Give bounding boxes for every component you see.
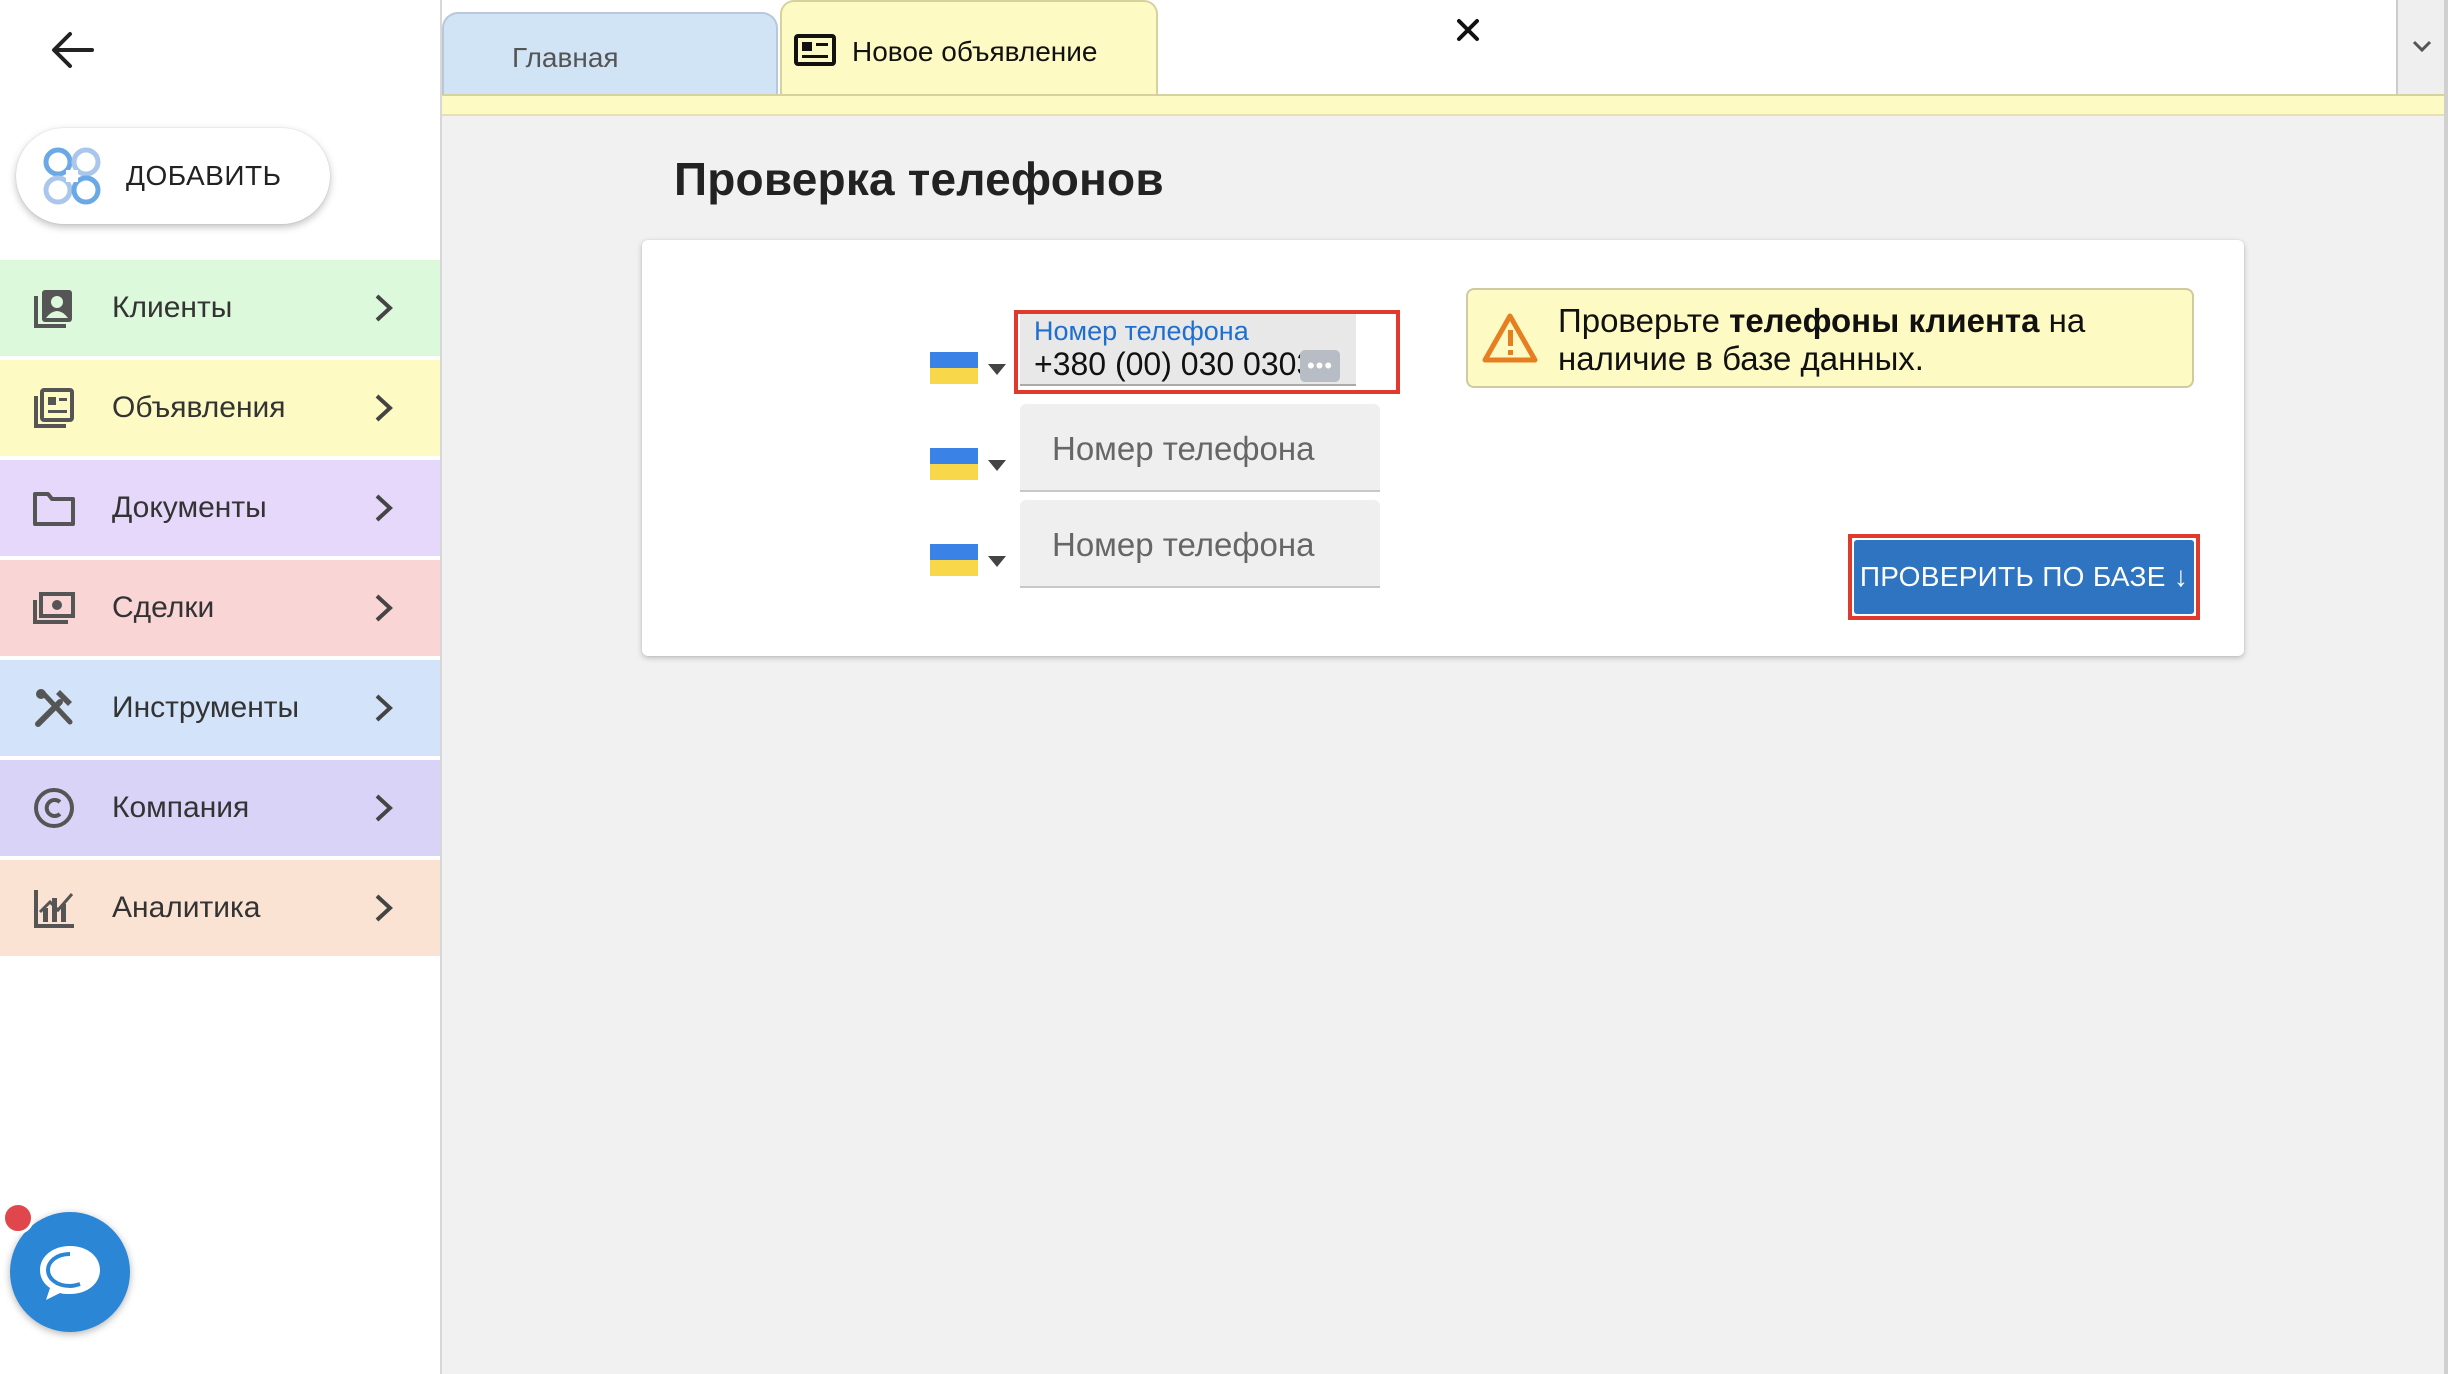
tab-home-label: Главная xyxy=(512,42,619,73)
chevron-right-icon xyxy=(375,294,393,322)
main-area: Главная Новое объявление Проверка телефо… xyxy=(442,0,2448,1374)
analytics-icon xyxy=(34,890,74,928)
country-caret-icon[interactable] xyxy=(988,460,1006,471)
chevron-right-icon xyxy=(375,694,393,722)
phone-field-value: +380 (00) 030 0303 xyxy=(1034,346,1315,382)
sidebar-item-clients[interactable]: Клиенты xyxy=(0,260,440,356)
sidebar-item-listings[interactable]: Объявления xyxy=(0,360,440,456)
phone-field-placeholder: Номер телефона xyxy=(1052,526,1315,563)
sidebar-item-tools[interactable]: Инструменты xyxy=(0,660,440,756)
country-caret-icon[interactable] xyxy=(988,364,1006,375)
phone-field-2[interactable]: Номер телефона xyxy=(1020,404,1380,492)
warning-bold: телефоны клиента xyxy=(1729,302,2040,339)
sidebar-item-deals[interactable]: Сделки xyxy=(0,560,440,656)
phone-field-label: Номер телефона xyxy=(1034,316,1249,346)
chevron-down-icon xyxy=(2412,40,2432,53)
ukraine-flag-icon[interactable] xyxy=(930,448,978,480)
sidebar-item-label: Сделки xyxy=(112,591,215,624)
chat-bubble-icon xyxy=(40,1246,100,1300)
listing-card-icon xyxy=(794,34,836,66)
app-logo-icon xyxy=(43,147,101,205)
sidebar-item-label: Объявления xyxy=(112,391,286,424)
sidebar-item-analytics[interactable]: Аналитика xyxy=(0,860,440,956)
chevron-right-icon xyxy=(375,394,393,422)
app-window: ДОБАВИТЬ Клиенты Объявления Документы Сд… xyxy=(0,0,2448,1374)
sidebar-item-documents[interactable]: Документы xyxy=(0,460,440,556)
money-icon xyxy=(33,592,75,624)
arrow-left-icon xyxy=(52,32,94,68)
tab-content-strip xyxy=(442,94,2446,116)
tools-icon xyxy=(35,689,73,727)
tab-new-listing[interactable]: Новое объявление xyxy=(780,0,1479,94)
ukraine-flag-icon[interactable] xyxy=(930,352,978,384)
autofill-icon[interactable]: ••• xyxy=(1300,350,1340,382)
phone-check-card: Номер телефона +380 (00) 030 0303 ••• Но… xyxy=(642,240,2244,656)
sidebar-item-company[interactable]: Компания xyxy=(0,760,440,856)
folder-icon xyxy=(33,492,75,526)
add-button-label: ДОБАВИТЬ xyxy=(126,160,282,191)
phone-field-3[interactable]: Номер телефона xyxy=(1020,500,1380,588)
tabs-dropdown-button[interactable] xyxy=(2396,0,2444,94)
chevron-right-icon xyxy=(375,594,393,622)
page-title: Проверка телефонов xyxy=(674,153,1164,205)
tab-bar: Главная Новое объявление xyxy=(442,0,2448,94)
right-scroll-edge xyxy=(2444,0,2448,1374)
chevron-right-icon xyxy=(375,794,393,822)
chevron-right-icon xyxy=(375,494,393,522)
tab-home[interactable]: Главная xyxy=(442,12,778,94)
sidebar-item-label: Документы xyxy=(112,491,267,524)
warning-icon xyxy=(1482,313,1538,363)
copyright-icon xyxy=(34,788,74,828)
sidebar-item-label: Компания xyxy=(112,791,250,824)
add-button[interactable]: ДОБАВИТЬ xyxy=(16,128,330,224)
phone-field-1[interactable]: Номер телефона +380 (00) 030 0303 ••• xyxy=(1020,314,1356,386)
chevron-right-icon xyxy=(375,894,393,922)
notification-dot xyxy=(2,1202,34,1234)
sidebar-item-label: Клиенты xyxy=(112,291,233,324)
tab-new-listing-label: Новое объявление xyxy=(852,36,1098,67)
check-database-button[interactable]: ПРОВЕРИТЬ ПО БАЗЕ ↓ xyxy=(1854,540,2194,614)
sidebar: ДОБАВИТЬ Клиенты Объявления Документы Сд… xyxy=(0,0,442,1374)
close-icon[interactable] xyxy=(1452,14,1484,46)
warning-box: Проверьте телефоны клиента на наличие в … xyxy=(1466,288,2194,388)
ukraine-flag-icon[interactable] xyxy=(930,544,978,576)
warning-text: Проверьте телефоны клиента на наличие в … xyxy=(1558,302,2086,377)
sidebar-item-label: Аналитика xyxy=(112,891,261,924)
phone-field-placeholder: Номер телефона xyxy=(1052,430,1315,467)
sidebar-nav: Клиенты Объявления Документы Сделки Инст… xyxy=(0,260,440,960)
back-button[interactable] xyxy=(44,22,100,78)
sidebar-item-label: Инструменты xyxy=(112,691,300,724)
listing-icon xyxy=(34,388,74,428)
country-caret-icon[interactable] xyxy=(988,556,1006,567)
contacts-icon xyxy=(34,290,72,328)
